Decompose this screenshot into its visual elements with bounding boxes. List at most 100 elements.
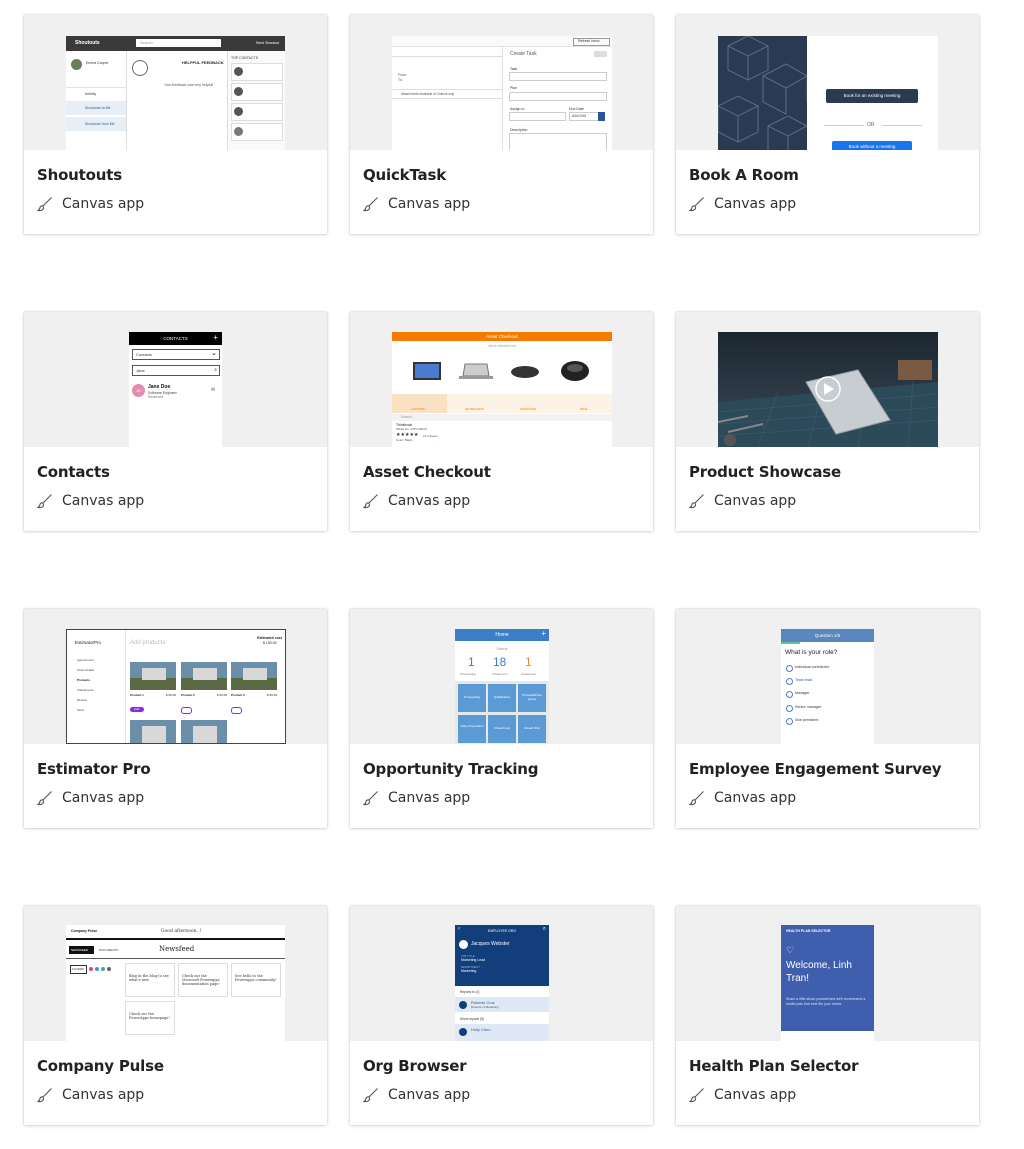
preview-search-text: Search	[140, 40, 153, 45]
card-type: Canvas app	[689, 790, 796, 806]
nav-label: Send	[77, 708, 85, 712]
preview-quote: Your feedback was very helpful!	[164, 83, 214, 87]
card-product-showcase[interactable]: Product Showcase Canvas app	[676, 312, 979, 531]
nav-item: Shoutouts from Me	[66, 117, 126, 131]
preview-sidebar: Emma Cooper Activity Shoutouts to Me Sho…	[66, 51, 127, 150]
preview-heading: Newsfeed	[159, 945, 195, 953]
post-text: Check out the Microsoft Powerapps docume…	[182, 974, 220, 986]
avatar	[71, 59, 82, 70]
card-thumbnail: HEALTH PLAN SELECTOR ♡ Welcome, Linh Tra…	[676, 906, 979, 1041]
card-type: Canvas app	[363, 196, 470, 212]
book-existing-button: Book for an existing meeting	[826, 89, 918, 103]
stat-value: 18	[493, 655, 507, 669]
preview-heading: Create Task	[510, 51, 537, 57]
item-model: Model No: 1357-90018	[396, 427, 427, 431]
preview-search: Search	[392, 414, 612, 421]
post-text: Blog in the blog to see what's new	[129, 974, 169, 982]
stat-label: Closed lost	[521, 672, 536, 676]
nav-label: Shoutouts from Me	[85, 122, 115, 126]
card-title: Shoutouts	[37, 166, 122, 184]
stat-label: Prospecting	[460, 672, 476, 676]
heart-icon: ♡	[786, 945, 795, 955]
book-without-button: Book without a meeting	[832, 141, 912, 150]
profile-header: ‹ EMPLOYEE ORG ⌕ Jacques Webster JOB TIT…	[455, 925, 549, 986]
card-type-label: Canvas app	[714, 493, 797, 509]
person-icon	[132, 60, 148, 76]
preview-header-title: Question 1/5	[814, 633, 841, 638]
add-icon: +	[213, 333, 218, 342]
date-value: 8/16/2018	[572, 114, 587, 118]
cube-pattern	[718, 36, 807, 150]
card-quicktask[interactable]: Refresh inbox From: To: Attachments avai…	[350, 15, 653, 234]
card-thumbnail: Book for an existing meeting OR Book wit…	[676, 15, 979, 150]
person-name: Jacques Webster	[471, 941, 510, 947]
card-employee-engagement-survey[interactable]: Question 1/5 What is your role? Individu…	[676, 609, 979, 828]
preview-send: Send Shoutout	[256, 41, 280, 45]
job-value: Marketing Lead	[461, 958, 486, 962]
preview-header-title: HEALTH PLAN SELECTOR	[786, 929, 831, 933]
card-type: Canvas app	[363, 493, 470, 509]
brush-icon	[363, 1088, 378, 1103]
card-title: Opportunity Tracking	[363, 760, 539, 778]
preview-header-title: CONTACTS	[163, 336, 188, 341]
tab-label: NEWSFEED	[71, 948, 89, 952]
preview-header: Asset Checkout	[392, 332, 612, 341]
refresh-button: Refresh inbox	[573, 38, 610, 46]
card-type: Canvas app	[37, 1087, 144, 1103]
card-type-label: Canvas app	[388, 196, 471, 212]
card-org-browser[interactable]: ‹ EMPLOYEE ORG ⌕ Jacques Webster JOB TIT…	[350, 906, 653, 1125]
tab-label: LAPTOPS	[411, 407, 425, 411]
asset-checkout-preview: Asset Checkout Most checked out LAPTOPS …	[392, 332, 612, 447]
tile-label: Closed Lost	[494, 726, 510, 730]
card-contacts[interactable]: CONTACTS + Contacts ⌄ Jane ⌕ JD Jane Doe S…	[24, 312, 327, 531]
company-pulse-preview: Company Pulse Good afternoon, ! NEWSFEED…	[66, 925, 285, 1041]
card-type: Canvas app	[689, 493, 796, 509]
preview-heading: Add products	[130, 640, 166, 646]
card-opportunity-tracking[interactable]: Home + Status 1 18 1 Prospecting Closed w…	[350, 609, 653, 828]
nav-label: Appointment	[77, 658, 94, 662]
card-book-a-room[interactable]: Book for an existing meeting OR Book wit…	[676, 15, 979, 234]
nav-label: Review	[77, 698, 87, 702]
field-label: Due Date	[569, 107, 584, 111]
refresh-label: Refresh inbox	[578, 39, 600, 43]
book-without-label: Book without a meeting	[848, 144, 896, 149]
card-title: Company Pulse	[37, 1057, 164, 1075]
greeting: Good afternoon, !	[161, 929, 202, 934]
progress-bar	[781, 642, 800, 644]
nav-label: Order details	[77, 668, 95, 672]
product-price: $ 50.00	[166, 693, 177, 697]
card-thumbnail: Company Pulse Good afternoon, ! NEWSFEED…	[24, 906, 327, 1041]
category-tabs: LAPTOPS KEYBOARDS MONITORS MICE	[392, 394, 612, 413]
post-text: Check out the PowerApps homepage!	[129, 1012, 170, 1020]
card-type-label: Canvas app	[388, 1087, 471, 1103]
brush-icon	[689, 791, 704, 806]
card-title: QuickTask	[363, 166, 446, 184]
card-asset-checkout[interactable]: Asset Checkout Most checked out LAPTOPS …	[350, 312, 653, 531]
card-type: Canvas app	[37, 196, 144, 212]
preview-logo: EstimatorPro	[75, 640, 102, 645]
product-name: Product 1	[130, 693, 144, 697]
option-label: Individual contributor	[795, 665, 830, 669]
search-value: Jane	[136, 368, 145, 373]
card-thumbnail: Asset Checkout Most checked out LAPTOPS …	[350, 312, 653, 447]
card-title: Org Browser	[363, 1057, 467, 1075]
brush-icon	[363, 197, 378, 212]
card-shoutouts[interactable]: Shoutouts Search Send Shoutout Emma Coop…	[24, 15, 327, 234]
preview-search-box: Search	[136, 39, 221, 47]
preview-search: Jane ⌕	[132, 365, 220, 376]
option-label: Vice president	[795, 718, 819, 722]
brush-icon	[363, 791, 378, 806]
card-thumbnail: Question 1/5 What is your role? Individu…	[676, 609, 979, 744]
book-existing-label: Book for an existing meeting	[843, 93, 901, 98]
card-type-label: Canvas app	[62, 493, 145, 509]
card-type-label: Canvas app	[62, 196, 145, 212]
health-plan-preview: HEALTH PLAN SELECTOR ♡ Welcome, Linh Tra…	[781, 925, 874, 1041]
card-type-label: Canvas app	[62, 790, 145, 806]
card-estimator-pro[interactable]: EstimatorPro Appointment Order details P…	[24, 609, 327, 828]
card-type: Canvas app	[37, 790, 144, 806]
brush-icon	[363, 494, 378, 509]
card-health-plan-selector[interactable]: HEALTH PLAN SELECTOR ♡ Welcome, Linh Tra…	[676, 906, 979, 1125]
card-company-pulse[interactable]: Company Pulse Good afternoon, ! NEWSFEED…	[24, 906, 327, 1125]
option-label: Team lead	[795, 678, 813, 682]
card-title: Contacts	[37, 463, 110, 481]
